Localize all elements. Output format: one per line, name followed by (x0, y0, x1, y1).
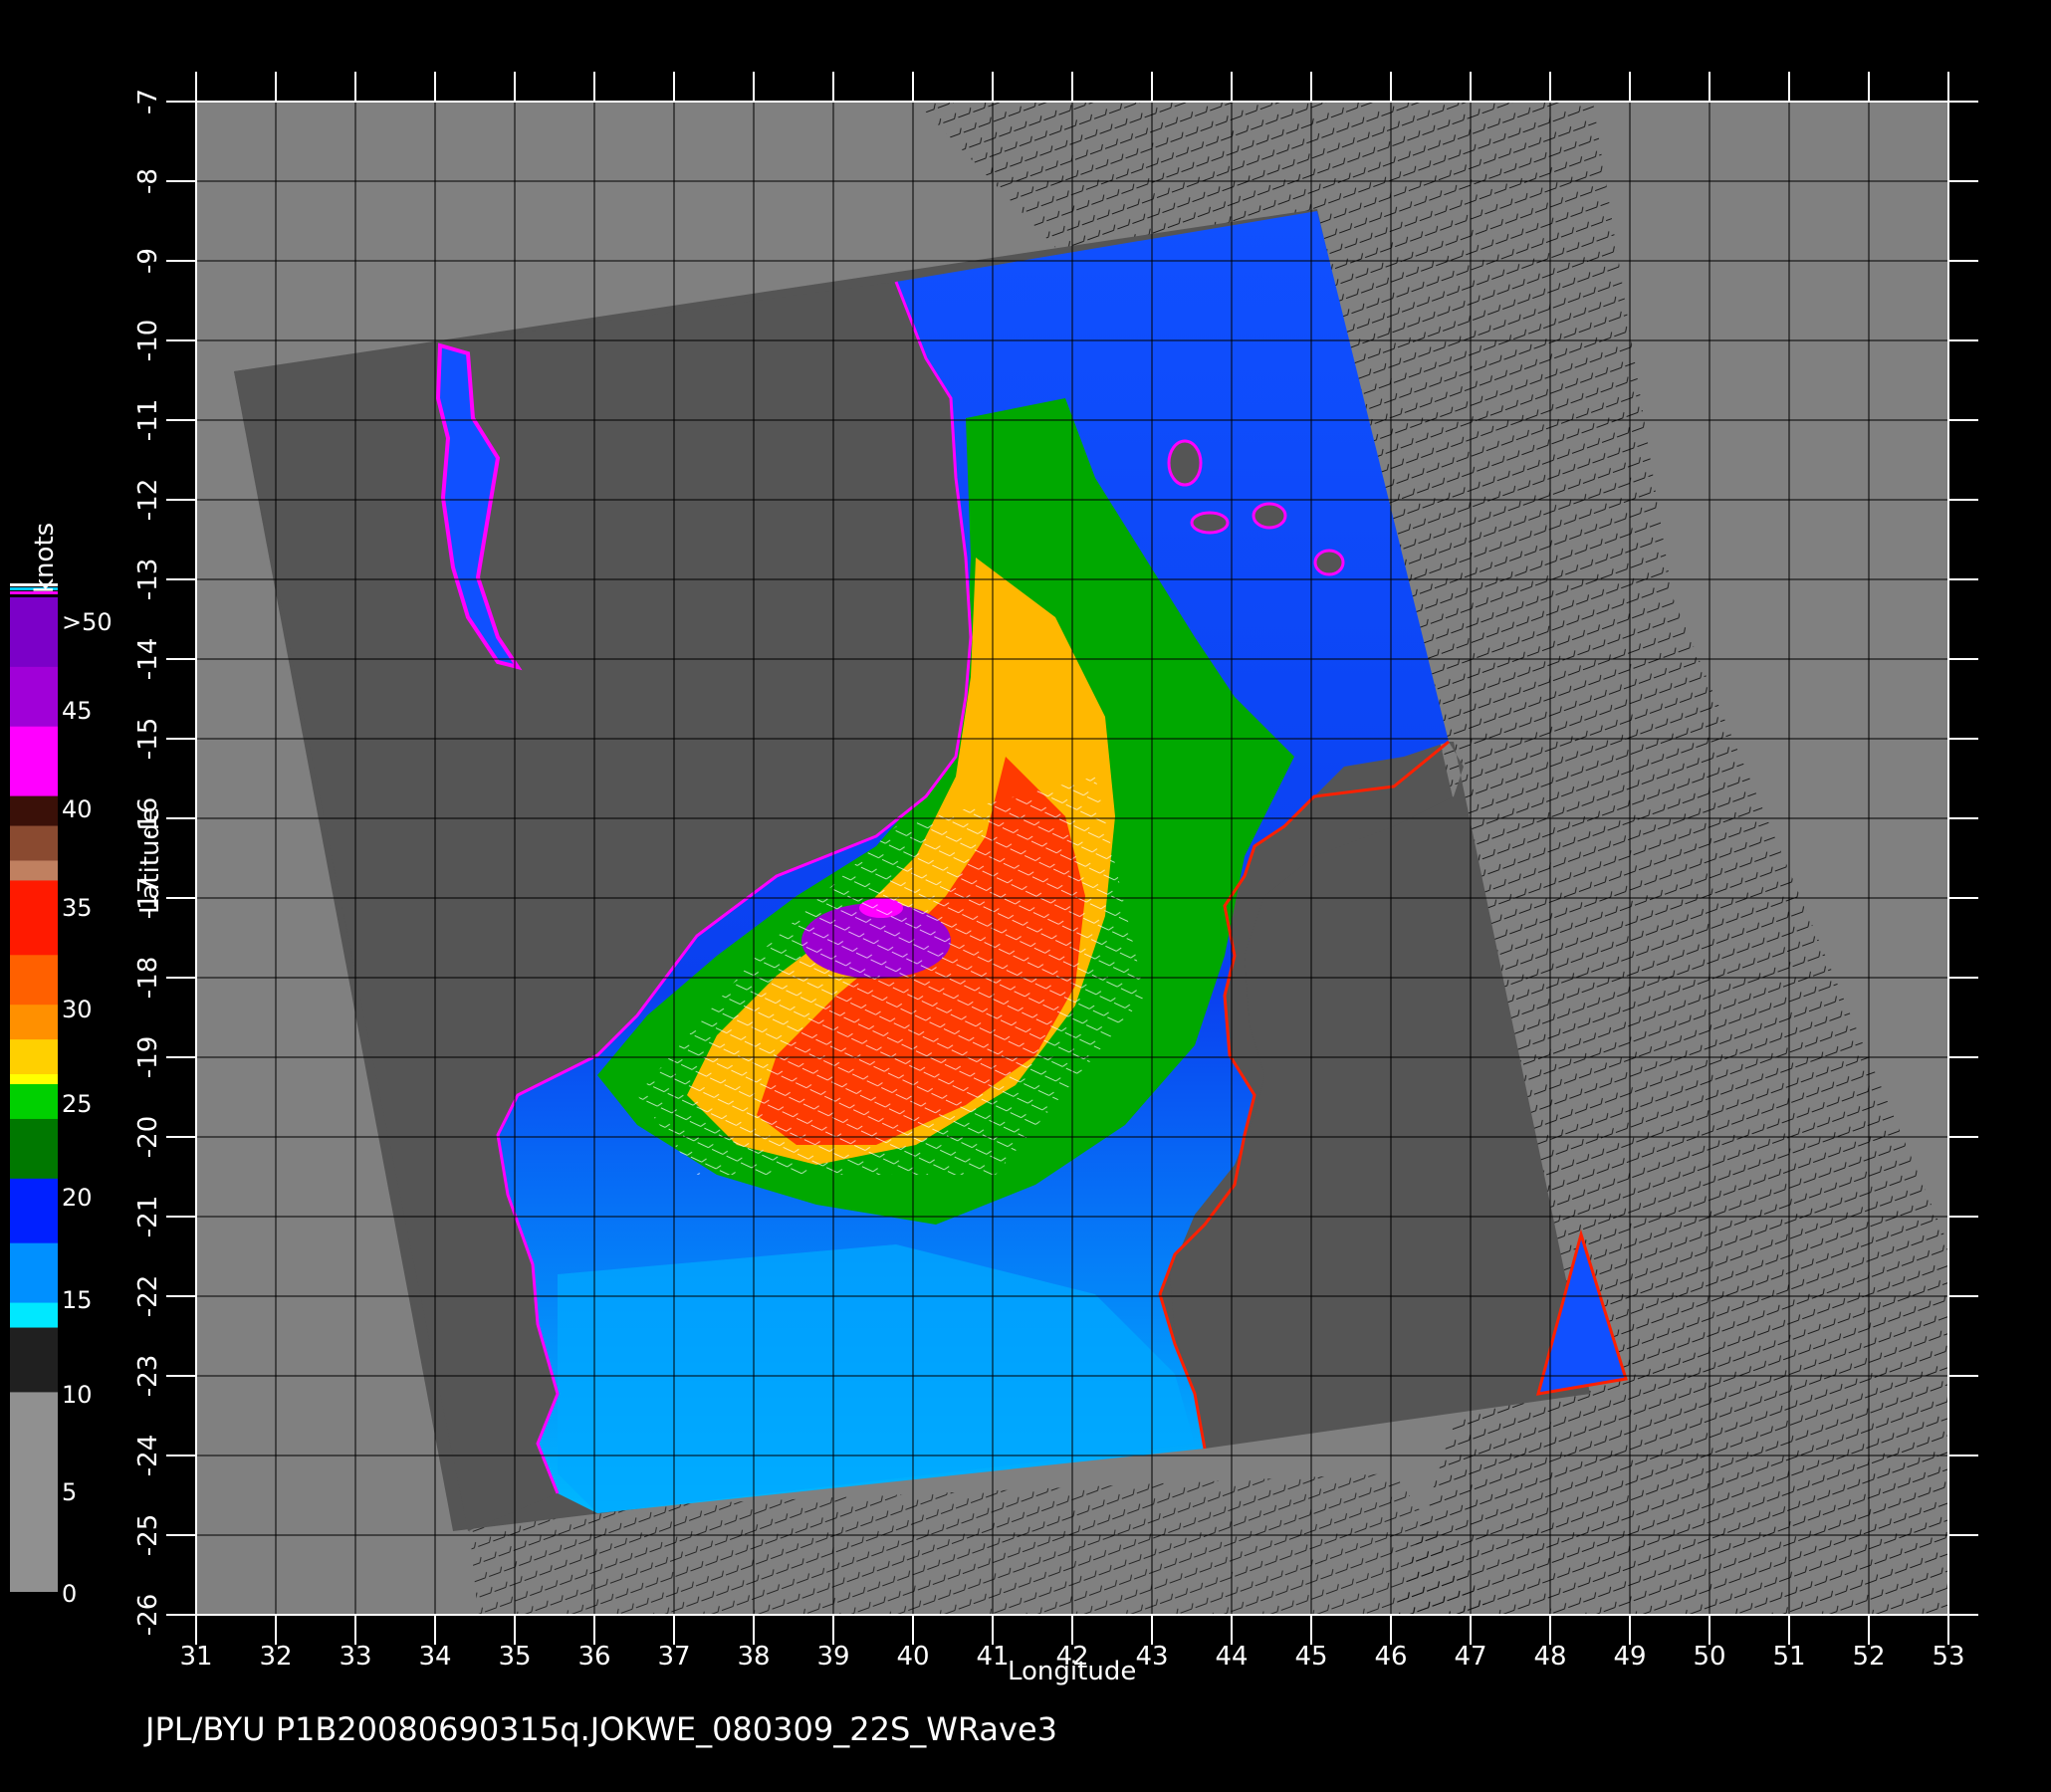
colorbar-label: 25 (62, 1090, 93, 1118)
colorbar-label: >50 (62, 608, 113, 636)
tick-label-lon: 31 (179, 1642, 212, 1672)
tick-label-lon: 53 (1932, 1642, 1964, 1672)
colorbar-band (10, 860, 58, 882)
tick-label-lon: 37 (657, 1642, 690, 1672)
tick-label-lat: -25 (133, 1514, 163, 1556)
colorbar-band (10, 795, 58, 827)
tick-label-lon: 45 (1294, 1642, 1327, 1672)
colorbar-label: 45 (62, 697, 93, 725)
tick-label-lat: -24 (133, 1435, 163, 1476)
colorbar-unit-label: knots (30, 522, 60, 593)
colorbar-band (10, 1074, 58, 1086)
colorbar-band (10, 1302, 58, 1329)
colorbar-label: 0 (62, 1580, 77, 1608)
colorbar-band (10, 880, 58, 957)
wind-map: 31 32 33 34 35 36 37 38 39 40 41 42 43 44 45 46 47 48 49 50… (10, 72, 1978, 1672)
colorbar: >50 45 40 35 30 25 20 15 10 5 0 (10, 583, 113, 1608)
colorbar-band (10, 597, 58, 668)
tick-label-lon: 44 (1215, 1642, 1248, 1672)
tick-label-lat: -22 (133, 1275, 163, 1317)
colorbar-label: 10 (62, 1381, 93, 1409)
colorbar-band (10, 1392, 58, 1592)
colorbar-label: 35 (62, 894, 93, 922)
colorbar-band (10, 825, 58, 862)
tick-label-lat: -20 (133, 1116, 163, 1158)
tick-label-lon: 46 (1374, 1642, 1407, 1672)
colorbar-band (10, 1118, 58, 1180)
tick-label-lat: -12 (133, 479, 163, 521)
colorbar-label: 20 (62, 1184, 93, 1212)
tick-label-lat: -23 (133, 1355, 163, 1397)
tick-label-lat: -7 (133, 89, 163, 114)
colorbar-label: 30 (62, 996, 93, 1023)
tick-label-lon: 34 (418, 1642, 451, 1672)
tick-label-lon: 41 (976, 1642, 1009, 1672)
colorbar-band (10, 1084, 58, 1120)
tick-label-lon: 33 (339, 1642, 371, 1672)
tick-label-lat: -18 (133, 957, 163, 999)
tick-label-lat: -9 (133, 248, 163, 274)
tick-label-lat: -13 (133, 559, 163, 600)
tick-label-lat: -19 (133, 1036, 163, 1078)
tick-label-lon: 43 (1135, 1642, 1168, 1672)
tick-label-lon: 39 (816, 1642, 849, 1672)
x-axis-title: Longitude (1008, 1657, 1137, 1686)
tick-label-lon: 38 (737, 1642, 770, 1672)
colorbar-band (10, 1178, 58, 1244)
colorbar-band (10, 1242, 58, 1304)
colorbar-label: 5 (62, 1478, 77, 1506)
tick-label-lon: 50 (1693, 1642, 1725, 1672)
tick-label-lat: -10 (133, 320, 163, 361)
tick-label-lon: 40 (896, 1642, 929, 1672)
tick-label-lon: 51 (1772, 1642, 1805, 1672)
tick-label-lon: 36 (577, 1642, 610, 1672)
y-axis-title: Latitude (135, 806, 165, 914)
tick-label-lon: 47 (1454, 1642, 1486, 1672)
tick-label-lat: -14 (133, 638, 163, 680)
tick-label-lat: -11 (133, 399, 163, 441)
tick-label-lat: -15 (133, 718, 163, 760)
tick-label-lat: -8 (133, 168, 163, 194)
tick-label-lon: 32 (259, 1642, 292, 1672)
colorbar-band (10, 726, 58, 797)
colorbar-label: 15 (62, 1286, 93, 1314)
colorbar-band (10, 1327, 58, 1394)
colorbar-band (10, 955, 58, 1007)
tick-label-lon: 49 (1613, 1642, 1646, 1672)
colorbar-band (10, 1039, 58, 1076)
colorbar-band (10, 1005, 58, 1041)
colorbar-band (10, 666, 58, 728)
image-caption: JPL/BYU P1B20080690315q.JOKWE_080309_22S… (145, 1710, 1058, 1748)
tick-label-lon: 35 (498, 1642, 531, 1672)
tick-label-lat: -26 (133, 1594, 163, 1636)
tick-label-lon: 52 (1852, 1642, 1885, 1672)
tick-label-lat: -21 (133, 1196, 163, 1237)
colorbar-label: 40 (62, 795, 93, 823)
tick-label-lon: 48 (1533, 1642, 1566, 1672)
